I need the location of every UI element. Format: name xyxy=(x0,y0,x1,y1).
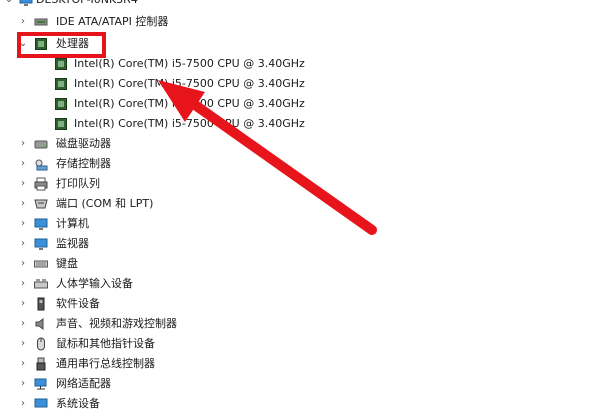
usb-icon xyxy=(34,357,48,371)
chevron-right-icon[interactable]: › xyxy=(18,294,28,314)
highlight-box xyxy=(17,32,106,58)
computer-icon xyxy=(19,0,33,7)
monitor-icon xyxy=(34,237,48,251)
chevron-right-icon[interactable]: › xyxy=(18,354,28,374)
chevron-right-icon[interactable]: › xyxy=(18,274,28,294)
monitor-icon xyxy=(34,217,48,231)
node-label: 通用串行总线控制器 xyxy=(56,357,155,370)
keyboard-icon xyxy=(34,257,48,271)
node-label: Intel(R) Core(TM) i5-7500 CPU @ 3.40GHz xyxy=(74,117,305,130)
node-label: 端口 (COM 和 LPT) xyxy=(56,197,154,210)
network-adapter-icon xyxy=(34,377,48,391)
chevron-right-icon[interactable]: › xyxy=(18,394,28,414)
chevron-down-icon[interactable]: ⌄ xyxy=(4,0,14,10)
node-label: 存储控制器 xyxy=(56,157,111,170)
chevron-right-icon[interactable]: › xyxy=(18,374,28,394)
processor-icon xyxy=(54,57,68,71)
printer-icon xyxy=(34,177,48,191)
node-label: 网络适配器 xyxy=(56,377,111,390)
node-label: Intel(R) Core(TM) i5-7500 CPU @ 3.40GHz xyxy=(74,57,305,70)
root-label: DESKTOP-I0NK3R4 xyxy=(36,0,138,10)
hid-icon xyxy=(34,277,48,291)
ide-controller-icon xyxy=(34,15,48,29)
speaker-icon xyxy=(34,317,48,331)
chevron-right-icon[interactable]: › xyxy=(18,154,28,174)
processor-icon xyxy=(54,97,68,111)
node-label: Intel(R) Core(TM) i5-7500 CPU @ 3.40GHz xyxy=(74,77,305,90)
port-icon xyxy=(34,197,48,211)
node-label: 鼠标和其他指针设备 xyxy=(56,337,155,350)
processor-icon xyxy=(54,117,68,131)
chevron-right-icon[interactable]: › xyxy=(18,254,28,274)
node-label: Intel(R) Core(TM) i5-7500 CPU @ 3.40GHz xyxy=(74,97,305,110)
node-label: 计算机 xyxy=(56,217,89,230)
node-label: 打印队列 xyxy=(56,177,100,190)
chevron-right-icon[interactable]: › xyxy=(18,314,28,334)
device-tree: ⌄ DESKTOP-I0NK3R4 › IDE ATA/ATAPI 控制器 ⌄ … xyxy=(0,0,600,410)
disk-drive-icon xyxy=(34,137,48,151)
node-label: IDE ATA/ATAPI 控制器 xyxy=(56,15,169,28)
system-device-icon xyxy=(34,397,48,411)
software-device-icon xyxy=(34,297,48,311)
node-label: 软件设备 xyxy=(56,297,100,310)
chevron-right-icon[interactable]: › xyxy=(18,12,28,32)
storage-controller-icon xyxy=(34,157,48,171)
node-label: 人体学输入设备 xyxy=(56,277,133,290)
node-label: 键盘 xyxy=(56,257,78,270)
node-label: 磁盘驱动器 xyxy=(56,137,111,150)
chevron-right-icon[interactable]: › xyxy=(18,174,28,194)
chevron-right-icon[interactable]: › xyxy=(18,334,28,354)
node-label: 系统设备 xyxy=(56,397,100,410)
node-label: 监视器 xyxy=(56,237,89,250)
chevron-right-icon[interactable]: › xyxy=(18,194,28,214)
node-label: 声音、视频和游戏控制器 xyxy=(56,317,177,330)
chevron-right-icon[interactable]: › xyxy=(18,234,28,254)
chevron-right-icon[interactable]: › xyxy=(18,134,28,154)
processor-icon xyxy=(54,77,68,91)
mouse-icon xyxy=(34,337,48,351)
chevron-right-icon[interactable]: › xyxy=(18,214,28,234)
